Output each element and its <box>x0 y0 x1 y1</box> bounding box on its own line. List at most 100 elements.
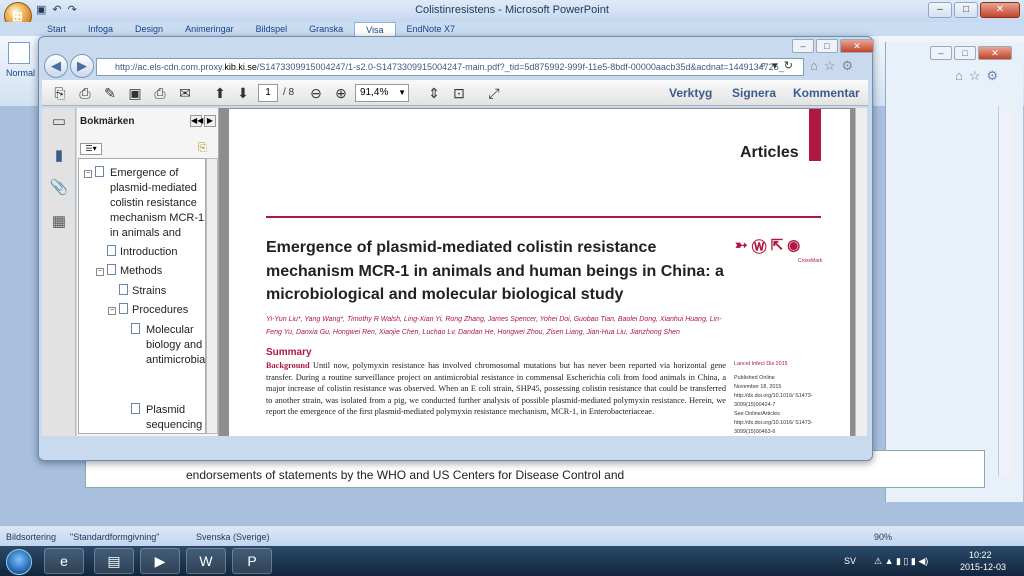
normal-view-label: Normal <box>6 68 36 78</box>
home-icon[interactable]: ⌂ <box>955 68 963 84</box>
gear-icon[interactable]: ⚙ <box>842 58 854 74</box>
start-button[interactable] <box>6 549 32 575</box>
zoom-in-icon[interactable]: ⊕ <box>331 83 351 103</box>
clock-time[interactable]: 10:22 <box>969 550 992 560</box>
tools-link[interactable]: Verktyg <box>669 86 712 100</box>
tab-infoga[interactable]: Infoga <box>77 22 124 36</box>
zoom-out-icon[interactable]: ⊖ <box>306 83 326 103</box>
page-down-icon[interactable]: ⬇ <box>233 83 253 103</box>
document-scrollbar[interactable] <box>855 108 867 436</box>
search-icon[interactable]: ⌕ <box>760 59 766 72</box>
powerpoint-taskbar-icon[interactable]: P <box>232 548 272 574</box>
sign-link[interactable]: Signera <box>732 86 776 100</box>
edit-icon[interactable]: ✎ <box>100 83 120 103</box>
doi-link[interactable]: http://dx.doi.org/10.1016/ S1473-3099(15… <box>734 392 814 410</box>
undo-icon[interactable]: ↶ <box>52 3 61 16</box>
tab-bildspel[interactable]: Bildspel <box>245 22 299 36</box>
pages-icon[interactable]: ▭ <box>49 112 69 132</box>
article-icons: ➳ Ⓦ ⇱ ◉ <box>735 236 800 257</box>
save-icon[interactable]: ▣ <box>125 83 145 103</box>
back-icon[interactable]: ◀ <box>44 54 68 78</box>
redo-icon[interactable]: ↷ <box>68 3 77 16</box>
crossmark-label: CrossMark <box>798 258 823 264</box>
expand-icon[interactable]: ▶ <box>204 115 216 127</box>
bookmark-item[interactable]: Introduction <box>107 245 177 260</box>
close-button[interactable]: ✕ <box>978 46 1012 60</box>
refresh-icon[interactable]: ↻ <box>784 59 793 72</box>
header-rule <box>266 216 821 218</box>
clock-date[interactable]: 2015-12-03 <box>960 562 1006 572</box>
restore-button[interactable]: □ <box>816 39 838 53</box>
tab-animeringar[interactable]: Animeringar <box>174 22 245 36</box>
status-zoom[interactable]: 90% <box>874 532 892 542</box>
minimize-button[interactable]: – <box>792 39 814 53</box>
tab-granska[interactable]: Granska <box>298 22 354 36</box>
arrow-icon[interactable]: ➳ <box>735 236 748 257</box>
language-indicator[interactable]: SV <box>844 556 856 566</box>
email-icon[interactable]: ✉ <box>175 83 195 103</box>
tab-endnote[interactable]: EndNote X7 <box>396 22 467 36</box>
bookmark-item[interactable]: − Emergence of plasmid-mediated colistin … <box>84 166 204 239</box>
url-domain: kib.ki.se <box>224 62 257 72</box>
normal-view-icon[interactable] <box>8 42 30 64</box>
page-up-icon[interactable]: ⬆ <box>210 83 230 103</box>
ribbon-tabs: Start Infoga Design Animeringar Bildspel… <box>0 22 1024 36</box>
tab-visa[interactable]: Visa <box>354 22 396 36</box>
browser-window-controls: – □ ✕ <box>792 39 874 53</box>
word-taskbar-icon[interactable]: W <box>186 548 226 574</box>
create-pdf-icon[interactable]: ⎘ <box>50 83 70 103</box>
doi-link-2[interactable]: http://dx.doi.org/10.1016/ S1473-3099(15… <box>734 419 814 437</box>
favorites-star-icon[interactable]: ☆ <box>969 68 981 84</box>
gear-icon[interactable]: ⚙ <box>987 68 999 84</box>
bookmark-options-button[interactable]: ☰▾ <box>80 143 102 155</box>
vertical-scrollbar[interactable] <box>998 106 1014 476</box>
zoom-select[interactable]: 91,4% ▼ <box>355 84 409 102</box>
w-badge-icon[interactable]: Ⓦ <box>752 236 767 257</box>
maximize-button[interactable]: □ <box>954 46 976 60</box>
tray-icons[interactable]: ⚠ ▲ ▮ ▯ ▮ ◀) <box>874 556 928 567</box>
address-bar[interactable]: http://ac.els-cdn.com.proxy.kib.ki.se/S1… <box>96 58 804 76</box>
status-language[interactable]: Svenska (Sverige) <box>196 532 270 542</box>
media-player-taskbar-icon[interactable]: ▶ <box>140 548 180 574</box>
ie-taskbar-icon[interactable]: e <box>44 548 84 574</box>
bookmark-icon[interactable]: ▮ <box>49 146 69 166</box>
comment-link[interactable]: Kommentar <box>793 86 860 100</box>
minimize-button[interactable]: – <box>928 2 952 18</box>
bookmark-item[interactable]: Strains <box>119 284 166 299</box>
collapse-icon[interactable]: − <box>108 307 116 315</box>
fit-page-icon[interactable]: ⇕ <box>424 83 444 103</box>
close-button[interactable]: ✕ <box>980 2 1020 18</box>
close-button[interactable]: ✕ <box>840 39 874 53</box>
collapse-panel-icon[interactable]: ◀◀ <box>190 115 203 127</box>
powerpoint-title-bar: Colistinresistens - Microsoft PowerPoint <box>0 0 1024 22</box>
layers-icon[interactable]: ▦ <box>49 212 69 232</box>
fit-width-icon[interactable]: ⊡ <box>449 83 469 103</box>
explorer-taskbar-icon[interactable]: ▤ <box>94 548 134 574</box>
bookmarks-scrollbar[interactable] <box>206 158 218 434</box>
bookmark-item[interactable]: − Methods <box>96 264 162 279</box>
maximize-button[interactable]: □ <box>954 2 978 18</box>
save-icon[interactable]: ▣ <box>36 3 46 16</box>
minimize-button[interactable]: – <box>930 46 952 60</box>
tab-start[interactable]: Start <box>36 22 77 36</box>
bookmark-find-icon[interactable]: ⎘ <box>198 142 207 155</box>
bookmark-icon <box>107 245 116 256</box>
bookmark-item[interactable]: − Procedures <box>108 303 188 318</box>
pointer-icon[interactable]: ⇱ <box>771 236 784 257</box>
home-icon[interactable]: ⌂ <box>810 58 818 74</box>
combine-icon[interactable]: ⎙ <box>75 83 95 103</box>
page-number-input[interactable]: 1 <box>258 84 278 102</box>
attachment-icon[interactable]: 📎 <box>49 178 69 198</box>
collapse-icon[interactable]: − <box>84 170 92 178</box>
tab-design[interactable]: Design <box>124 22 174 36</box>
full-screen-icon[interactable]: ⤢ <box>484 83 504 103</box>
print-icon[interactable]: ⎙ <box>150 83 170 103</box>
dropdown-icon[interactable]: ▾ <box>772 59 778 72</box>
address-bar-icons: ⌕ ▾ ↻ <box>760 59 793 72</box>
favorites-star-icon[interactable]: ☆ <box>824 58 836 74</box>
status-sort[interactable]: Bildsortering <box>6 532 56 542</box>
forward-icon[interactable]: ▶ <box>70 54 94 78</box>
collapse-icon[interactable]: − <box>96 268 104 276</box>
page-total: / 8 <box>283 87 295 98</box>
crossmark-icon[interactable]: ◉ <box>787 236 800 257</box>
